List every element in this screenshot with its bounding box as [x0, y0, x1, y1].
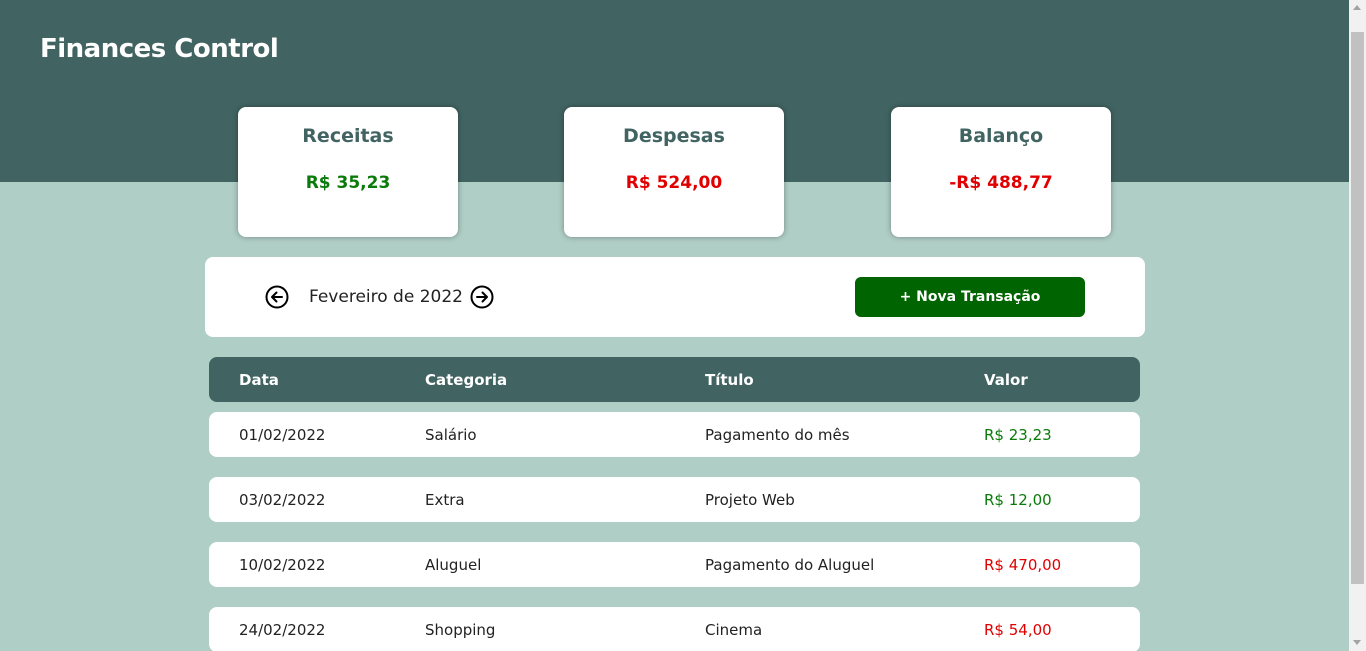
column-header-title: Título	[705, 371, 754, 389]
row-category: Extra	[425, 491, 465, 509]
table-row: 24/02/2022 Shopping Cinema R$ 54,00	[209, 607, 1140, 651]
current-month: Fevereiro de 2022	[309, 287, 463, 307]
balance-card-title: Balanço	[958, 125, 1044, 147]
row-date: 01/02/2022	[239, 426, 326, 444]
arrow-right-circle-icon[interactable]	[470, 285, 494, 309]
scroll-up-arrow-icon[interactable]	[1353, 5, 1361, 10]
scroll-thumb[interactable]	[1351, 32, 1364, 584]
table-row: 01/02/2022 Salário Pagamento do mês R$ 2…	[209, 412, 1140, 457]
row-value: R$ 12,00	[984, 491, 1052, 509]
table-row: 03/02/2022 Extra Projeto Web R$ 12,00	[209, 477, 1140, 522]
row-title: Projeto Web	[705, 491, 795, 509]
row-date: 10/02/2022	[239, 556, 326, 574]
column-header-category: Categoria	[425, 371, 508, 389]
row-title: Pagamento do mês	[705, 426, 850, 444]
app-title: Finances Control	[40, 34, 279, 64]
month-navigation: Fevereiro de 2022 + Nova Transação	[205, 257, 1145, 337]
new-transaction-button[interactable]: + Nova Transação	[855, 277, 1085, 317]
page: Finances Control Receitas R$ 35,23 Despe…	[0, 0, 1366, 651]
vertical-scrollbar[interactable]	[1349, 0, 1366, 651]
column-header-value: Valor	[984, 371, 1028, 389]
income-card-value: R$ 35,23	[305, 173, 391, 193]
expenses-card-title: Despesas	[623, 125, 725, 147]
row-value: R$ 54,00	[984, 621, 1052, 639]
income-card: Receitas R$ 35,23	[238, 107, 458, 237]
arrow-left-circle-icon[interactable]	[265, 285, 289, 309]
row-value: R$ 23,23	[984, 426, 1052, 444]
expenses-card-value: R$ 524,00	[625, 173, 723, 193]
table-header: Data Categoria Título Valor	[209, 357, 1140, 402]
row-value: R$ 470,00	[984, 556, 1062, 574]
row-category: Shopping	[425, 621, 496, 639]
row-date: 03/02/2022	[239, 491, 326, 509]
row-title: Cinema	[705, 621, 763, 639]
scroll-down-arrow-icon[interactable]	[1353, 640, 1361, 645]
income-card-title: Receitas	[302, 125, 394, 147]
balance-card: Balanço -R$ 488,77	[891, 107, 1111, 237]
column-header-date: Data	[239, 371, 279, 389]
row-title: Pagamento do Aluguel	[705, 556, 875, 574]
balance-card-value: -R$ 488,77	[949, 173, 1053, 193]
expenses-card: Despesas R$ 524,00	[564, 107, 784, 237]
table-row: 10/02/2022 Aluguel Pagamento do Aluguel …	[209, 542, 1140, 587]
row-category: Aluguel	[425, 556, 482, 574]
row-date: 24/02/2022	[239, 621, 326, 639]
row-category: Salário	[425, 426, 477, 444]
